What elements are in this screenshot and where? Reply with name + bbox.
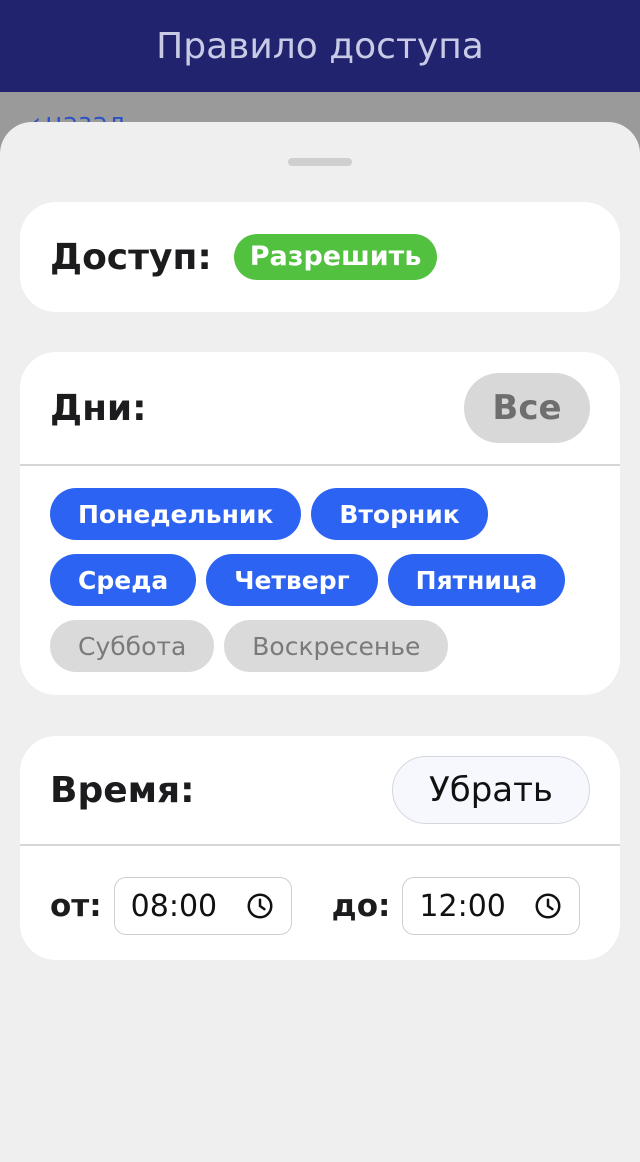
sheet-grabber[interactable] [288, 158, 352, 166]
day-chip-friday[interactable]: Пятница [387, 554, 566, 606]
time-from-value: 08:00 [130, 888, 218, 924]
nav-bar: Правило доступа [0, 0, 640, 92]
day-chip-sunday[interactable]: Воскресенье [224, 620, 449, 672]
day-chip-tuesday[interactable]: Вторник [311, 488, 488, 540]
access-value-badge[interactable]: Разрешить [233, 234, 438, 280]
days-card: Дни: Все Понедельник Вторник Среда Четве… [20, 352, 620, 695]
time-from-input[interactable]: 08:00 [113, 877, 292, 935]
clock-icon[interactable] [533, 891, 563, 921]
select-all-days-button[interactable]: Все [464, 373, 590, 443]
time-label: Время: [50, 769, 195, 811]
time-from-label: от: [50, 888, 102, 924]
time-to-label: до: [331, 888, 391, 924]
time-card: Время: Убрать от: 08:00 до: 12:00 [20, 736, 620, 960]
day-chip-list: Понедельник Вторник Среда Четверг Пятниц… [50, 488, 610, 672]
time-header: Время: Убрать [20, 736, 620, 846]
day-chip-saturday[interactable]: Суббота [50, 620, 215, 672]
time-to-value: 12:00 [419, 888, 506, 924]
time-range-row: от: 08:00 до: 12:00 [50, 876, 610, 936]
day-chip-monday[interactable]: Понедельник [50, 488, 302, 540]
clock-icon[interactable] [245, 891, 275, 921]
day-chip-wednesday[interactable]: Среда [50, 554, 197, 606]
days-label: Дни: [50, 387, 147, 429]
access-label: Доступ: [50, 236, 212, 278]
days-header: Дни: Все [20, 352, 620, 466]
access-card: Доступ: Разрешить [20, 202, 620, 312]
page-title: Правило доступа [156, 25, 484, 67]
bottom-sheet: Доступ: Разрешить Дни: Все Понедельник В… [0, 122, 640, 1162]
time-to-input[interactable]: 12:00 [402, 877, 581, 935]
remove-time-button[interactable]: Убрать [392, 756, 590, 824]
day-chip-thursday[interactable]: Четверг [206, 554, 378, 606]
